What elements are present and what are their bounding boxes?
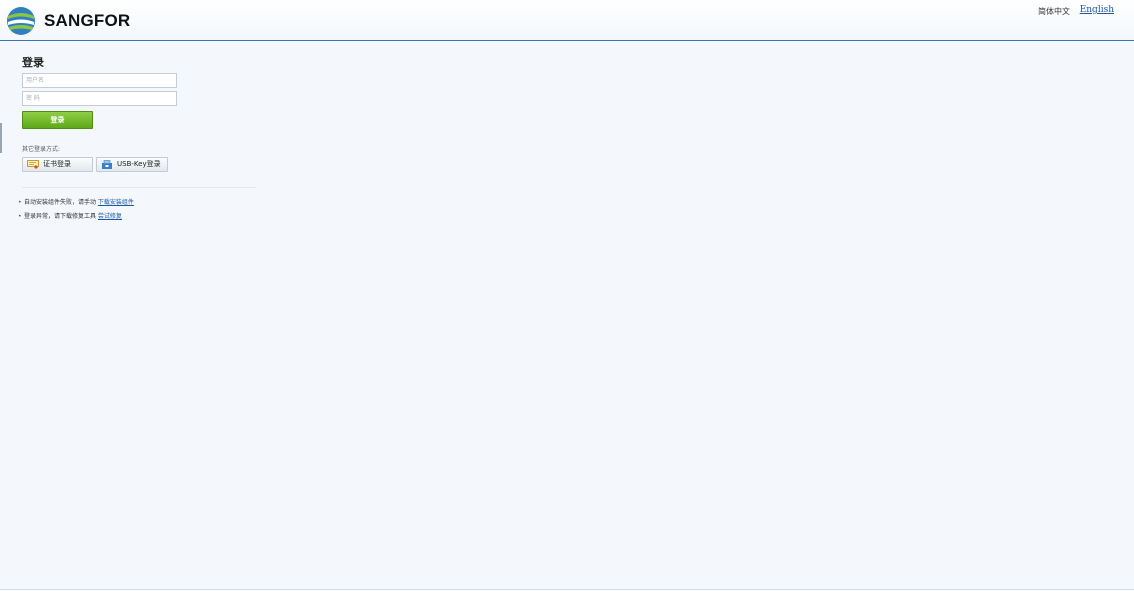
header-bar: SANGFOR 简体中文 English [0,0,1134,41]
login-panel: 登录 用户名 密 码 登录 其它登录方式: 证书登录 USB-Key登录 • 自动… [18,54,262,220]
cert-login-button[interactable]: 证书登录 [22,157,93,172]
password-input[interactable]: 密 码 [22,91,177,106]
try-repair-link[interactable]: 尝试修复 [98,213,122,220]
left-edge-marker [0,123,2,153]
lang-english-link[interactable]: English [1080,5,1114,15]
sangfor-logo-icon [7,7,35,35]
usbkey-login-button[interactable]: USB-Key登录 [96,157,168,172]
other-login-label: 其它登录方式: [22,146,61,153]
certificate-icon [27,160,39,169]
username-input[interactable]: 用户名 [22,73,177,88]
tip-text: 自动安装组件失败，请手动 [24,199,98,206]
login-button[interactable]: 登录 [22,111,93,129]
usb-key-icon [102,160,112,169]
usbkey-login-label: USB-Key登录 [117,160,161,168]
brand-name: SANGFOR [44,11,131,30]
tip-repair: • 登录异常，请下载修复工具 尝试修复 [18,211,122,220]
bottom-border [0,589,1134,590]
login-title: 登录 [22,56,44,69]
tip-install-component: • 自动安装组件失败，请手动 下载安装组件 [18,197,134,206]
tip-text: 登录异常，请下载修复工具 [24,213,98,220]
download-component-link[interactable]: 下载安装组件 [98,199,134,206]
section-divider [22,187,256,188]
cert-login-label: 证书登录 [43,160,71,168]
lang-chinese[interactable]: 简体中文 [1038,6,1070,17]
